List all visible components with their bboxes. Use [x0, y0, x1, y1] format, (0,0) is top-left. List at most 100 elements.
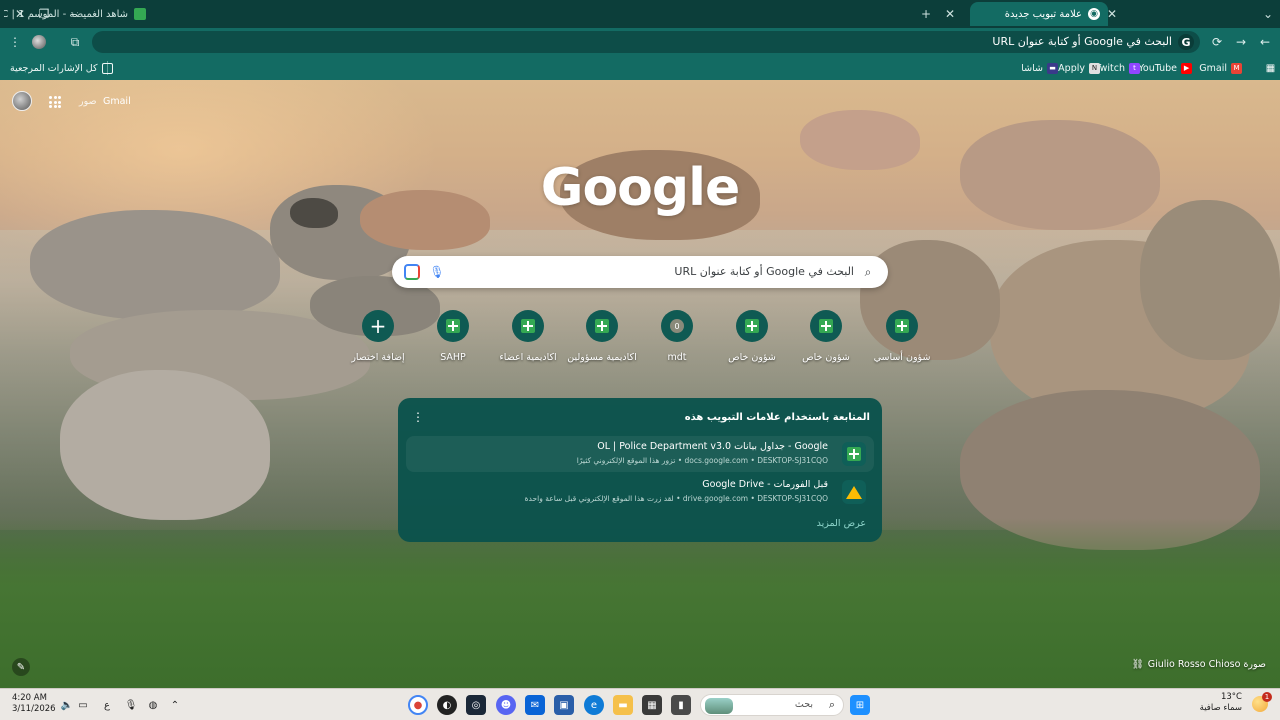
shortcut-tile[interactable]: اكاديمية مسؤولين	[565, 310, 639, 363]
shortcut-label: إضافة اختصار	[351, 352, 405, 363]
shortcut-tile[interactable]: اكاديمية اعضاء	[491, 310, 565, 363]
tab-new-tab[interactable]: ◉ علامة تبويب جديدة	[970, 2, 1108, 26]
network-icon[interactable]: ◍	[146, 698, 160, 712]
account-avatar[interactable]	[12, 91, 32, 111]
all-bookmarks-button[interactable]: كل الإشارات المرجعية	[10, 60, 113, 76]
bookmark-gmail[interactable]: M Gmail	[1199, 60, 1242, 76]
weather-widget[interactable]: 13°C سماء صافية	[1200, 692, 1242, 714]
window-restore-icon[interactable]: ❐	[32, 4, 56, 24]
bookmark-label: Apply	[1058, 62, 1085, 74]
volume-icon[interactable]: 🔈	[60, 698, 74, 712]
input-language[interactable]: ع	[100, 698, 114, 712]
shortcut-tile[interactable]: 0 mdt	[640, 310, 714, 363]
link-icon: ⛓	[1131, 659, 1144, 670]
bookmark-apply[interactable]: N Apply	[1058, 60, 1100, 76]
discord-icon[interactable]: ☻	[496, 695, 516, 715]
shortcut-tile[interactable]: SAHP	[416, 310, 490, 363]
item-icon-box	[842, 480, 866, 504]
card-heading: المتابعة باستخدام علامات التبويب هذه	[684, 412, 870, 423]
shortcut-tile[interactable]: شؤون خاص	[715, 310, 789, 363]
shortcut-icon-circle	[512, 310, 544, 342]
item-icon-box	[842, 442, 866, 466]
notion-icon: N	[1089, 62, 1100, 74]
grass	[0, 518, 1280, 688]
forward-arrow-icon[interactable]: →	[1232, 33, 1250, 51]
photo-credit[interactable]: صورة Giulio Rosso Chioso ⛓	[1132, 659, 1266, 670]
shortcut-label: اكاديمية اعضاء	[499, 352, 557, 363]
item-subtitle: drive.google.com • DESKTOP-SJ31CQO • لقد…	[524, 494, 828, 503]
google-apps-icon[interactable]	[49, 96, 61, 108]
item-subtitle: docs.google.com • DESKTOP-SJ31CQO • تزور…	[576, 456, 828, 465]
google-logo: Google	[540, 158, 740, 218]
tab-search-chevron-icon[interactable]: ⌄	[1256, 4, 1280, 24]
window-minimize-icon[interactable]: –	[62, 4, 86, 24]
bookmark-youtube[interactable]: ▶ YouTube	[1138, 60, 1192, 76]
search-box[interactable]: ⌕ البحث في Google أو كتابة عنوان URL 🎙	[392, 256, 888, 288]
grid-icon: ▦	[1265, 62, 1276, 74]
shortcut-label: SAHP	[440, 352, 466, 363]
shortcut-icon-circle	[810, 310, 842, 342]
avatar-icon	[32, 35, 46, 49]
notification-badge[interactable]: 1	[1262, 692, 1272, 702]
app-icon[interactable]: ▦	[642, 695, 662, 715]
tray-chevron-icon[interactable]: ⌃	[168, 698, 182, 712]
apps-grid-icon[interactable]: ▦	[1265, 60, 1276, 76]
app-icon[interactable]: ◐	[437, 695, 457, 715]
clock[interactable]: 4:20 AM 3/11/2026	[12, 693, 56, 715]
rock	[960, 120, 1160, 230]
omnibox[interactable]: G البحث في Google أو كتابة عنوان URL	[92, 31, 1200, 53]
youtube-icon: ▶	[1181, 62, 1192, 74]
terminal-icon[interactable]: ▮	[671, 695, 691, 715]
shortcut-icon-circle	[736, 310, 768, 342]
images-link[interactable]: صور	[79, 96, 97, 107]
drive-icon	[846, 485, 862, 499]
microphone-icon[interactable]: 🎙	[124, 698, 138, 712]
steam-icon[interactable]: ◎	[466, 695, 486, 715]
display-icon[interactable]: ▭	[76, 698, 90, 712]
shortcut-icon-circle	[586, 310, 618, 342]
reload-icon[interactable]: ⟳	[1208, 33, 1226, 51]
gmail-link[interactable]: Gmail	[103, 96, 131, 107]
chrome-favicon-icon: ◉	[1088, 8, 1100, 20]
bookmark-shasha[interactable]: ▬ شاشا	[1021, 60, 1058, 76]
gmail-icon: M	[1231, 62, 1242, 74]
extensions-icon[interactable]: ⧉	[66, 33, 84, 51]
active-tab-close-icon[interactable]: ✕	[938, 4, 962, 24]
shortcut-tile[interactable]: شؤون خاص	[789, 310, 863, 363]
shortcut-label: شؤون خاص	[802, 352, 850, 363]
all-bookmarks-label: كل الإشارات المرجعية	[10, 62, 98, 74]
photo-credit-text: صورة Giulio Rosso Chioso	[1147, 659, 1266, 670]
sheets-favicon-icon	[134, 8, 146, 20]
file-explorer-icon[interactable]: ▬	[613, 695, 633, 715]
customize-pencil-icon[interactable]: ✎	[12, 658, 30, 676]
profile-avatar[interactable]	[30, 33, 48, 51]
continue-item[interactable]: قبل الفورمات - Google Drive drive.google…	[406, 474, 874, 510]
weather-desc: سماء صافية	[1199, 703, 1242, 713]
shortcut-tile[interactable]: شؤون أساسي	[865, 310, 939, 363]
add-shortcut-button[interactable]: + إضافة اختصار	[341, 310, 415, 363]
search-label: بحث	[794, 699, 813, 710]
windows-start-icon[interactable]: ⊞	[850, 695, 870, 715]
new-tab-plus-icon[interactable]: +	[914, 4, 938, 24]
bookmark-twitch[interactable]: t Twitch	[1095, 60, 1140, 76]
continue-item[interactable]: Google - جداول بيانات OL | Police Depart…	[406, 436, 874, 472]
taskbar-search[interactable]: ⌕ بحث	[700, 694, 844, 716]
sheets-icon	[595, 319, 609, 333]
show-more-link[interactable]: عرض المزيد	[817, 518, 866, 529]
bookmark-label: YouTube	[1138, 62, 1177, 74]
google-g-icon: G	[1178, 34, 1194, 50]
back-arrow-icon[interactable]: ←	[1256, 33, 1274, 51]
sheets-icon	[847, 447, 861, 461]
voice-search-icon[interactable]: 🎙	[429, 264, 444, 280]
shortcut-label: mdt	[667, 352, 687, 363]
outlook-icon[interactable]: ✉	[525, 695, 545, 715]
app-icon[interactable]: ▣	[554, 695, 574, 715]
rock-hole	[290, 198, 338, 228]
menu-kebab-icon[interactable]: ⋮	[6, 33, 24, 51]
sheets-icon	[819, 319, 833, 333]
edge-icon[interactable]: e	[584, 695, 604, 715]
google-lens-icon[interactable]	[404, 264, 420, 280]
window-close-icon[interactable]: ✕	[8, 4, 32, 24]
chrome-icon[interactable]: ●	[408, 695, 428, 715]
card-menu-icon[interactable]: ⋮	[412, 410, 424, 424]
